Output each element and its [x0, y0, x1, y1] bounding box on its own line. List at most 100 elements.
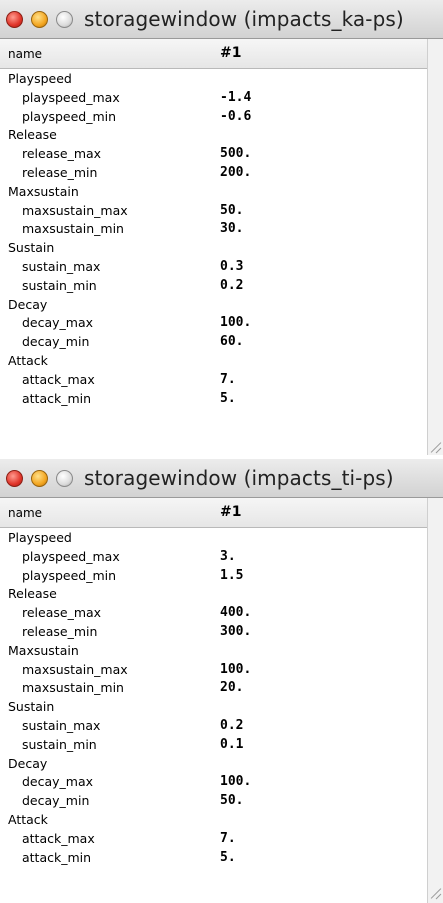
row-value[interactable]: 0.2	[220, 717, 243, 736]
row-value[interactable]: 3.	[220, 548, 236, 567]
param-row[interactable]: attack_max 7.	[0, 830, 428, 849]
param-row[interactable]: decay_min 50.	[0, 792, 428, 811]
slot-column-header[interactable]: #1	[220, 45, 241, 61]
row-label: release_min	[22, 623, 98, 639]
row-value[interactable]: 200.	[220, 164, 251, 183]
param-row[interactable]: playspeed_min 1.5	[0, 567, 428, 586]
group-row[interactable]: Maxsustain	[0, 642, 428, 661]
param-row[interactable]: playspeed_max -1.4	[0, 89, 428, 108]
param-row[interactable]: release_max 400.	[0, 604, 428, 623]
window-title: storagewindow (impacts_ti-ps)	[84, 466, 394, 490]
row-label: Decay	[8, 296, 48, 312]
row-label: playspeed_max	[22, 548, 120, 564]
row-label: Decay	[8, 755, 48, 771]
row-label: maxsustain_min	[22, 680, 124, 696]
zoom-icon[interactable]	[56, 11, 73, 28]
row-label: release_min	[22, 164, 98, 180]
row-label: Maxsustain	[8, 183, 79, 199]
group-row[interactable]: Sustain	[0, 239, 428, 258]
row-value[interactable]: 500.	[220, 145, 251, 164]
zoom-icon[interactable]	[56, 470, 73, 487]
param-row[interactable]: decay_max 100.	[0, 314, 428, 333]
group-row[interactable]: Sustain	[0, 698, 428, 717]
group-row[interactable]: Playspeed	[0, 70, 428, 89]
row-label: sustain_max	[22, 258, 101, 274]
param-row[interactable]: maxsustain_min 20.	[0, 679, 428, 698]
window-titlebar[interactable]: storagewindow (impacts_ka-ps)	[0, 0, 443, 39]
row-label: Sustain	[8, 240, 55, 256]
window-controls	[6, 470, 73, 487]
param-row[interactable]: decay_max 100.	[0, 773, 428, 792]
row-value[interactable]: 400.	[220, 604, 251, 623]
row-value[interactable]: 7.	[220, 830, 236, 849]
row-value[interactable]: 100.	[220, 661, 251, 680]
vertical-scrollbar[interactable]	[427, 39, 443, 455]
param-row[interactable]: sustain_max 0.2	[0, 717, 428, 736]
row-label: decay_min	[22, 334, 90, 350]
param-row[interactable]: release_max 500.	[0, 145, 428, 164]
row-value[interactable]: -1.4	[220, 89, 251, 108]
group-row[interactable]: Release	[0, 126, 428, 145]
row-value[interactable]: 7.	[220, 371, 236, 390]
param-row[interactable]: attack_min 5.	[0, 390, 428, 409]
row-label: Release	[8, 127, 57, 143]
row-value[interactable]: 5.	[220, 390, 236, 409]
param-row[interactable]: sustain_min 0.2	[0, 277, 428, 296]
row-label: attack_max	[22, 830, 95, 846]
row-value[interactable]: 50.	[220, 792, 243, 811]
row-label: decay_max	[22, 315, 94, 331]
storage-rows: Playspeed playspeed_max -1.4 playspeed_min -…	[0, 70, 428, 408]
storage-rows: Playspeed playspeed_max 3. playspeed_min 1.5…	[0, 529, 428, 867]
slot-column-header[interactable]: #1	[220, 504, 241, 520]
param-row[interactable]: attack_min 5.	[0, 849, 428, 868]
resize-grip-icon[interactable]	[429, 441, 441, 453]
group-row[interactable]: Attack	[0, 811, 428, 830]
param-row[interactable]: decay_min 60.	[0, 333, 428, 352]
group-row[interactable]: Release	[0, 585, 428, 604]
row-label: release_max	[22, 605, 102, 621]
row-label: Attack	[8, 352, 48, 368]
param-row[interactable]: sustain_min 0.1	[0, 736, 428, 755]
minimize-icon[interactable]	[31, 11, 48, 28]
resize-grip-icon[interactable]	[429, 887, 441, 899]
group-row[interactable]: Attack	[0, 352, 428, 371]
row-value[interactable]: 0.1	[220, 736, 243, 755]
param-row[interactable]: maxsustain_min 30.	[0, 220, 428, 239]
row-value[interactable]: 100.	[220, 314, 251, 333]
window-titlebar[interactable]: storagewindow (impacts_ti-ps)	[0, 459, 443, 498]
row-value[interactable]: 1.5	[220, 567, 243, 586]
param-row[interactable]: maxsustain_max 100.	[0, 661, 428, 680]
close-icon[interactable]	[6, 11, 23, 28]
row-value[interactable]: 30.	[220, 220, 243, 239]
row-value[interactable]: 0.3	[220, 258, 243, 277]
group-row[interactable]: Playspeed	[0, 529, 428, 548]
row-label: maxsustain_max	[22, 202, 128, 218]
param-row[interactable]: release_min 300.	[0, 623, 428, 642]
param-row[interactable]: sustain_max 0.3	[0, 258, 428, 277]
row-label: Maxsustain	[8, 642, 79, 658]
param-row[interactable]: maxsustain_max 50.	[0, 202, 428, 221]
group-row[interactable]: Decay	[0, 755, 428, 774]
name-column-header[interactable]: name	[8, 506, 42, 520]
row-value[interactable]: 5.	[220, 849, 236, 868]
row-label: decay_max	[22, 774, 94, 790]
group-row[interactable]: Maxsustain	[0, 183, 428, 202]
row-value[interactable]: 300.	[220, 623, 251, 642]
vertical-scrollbar[interactable]	[427, 498, 443, 903]
row-value[interactable]: 100.	[220, 773, 251, 792]
row-label: maxsustain_min	[22, 221, 124, 237]
row-value[interactable]: 60.	[220, 333, 243, 352]
minimize-icon[interactable]	[31, 470, 48, 487]
param-row[interactable]: release_min 200.	[0, 164, 428, 183]
group-row[interactable]: Decay	[0, 296, 428, 315]
name-column-header[interactable]: name	[8, 47, 42, 61]
param-row[interactable]: playspeed_max 3.	[0, 548, 428, 567]
row-label: Release	[8, 586, 57, 602]
row-value[interactable]: 0.2	[220, 277, 243, 296]
row-value[interactable]: 20.	[220, 679, 243, 698]
param-row[interactable]: playspeed_min -0.6	[0, 108, 428, 127]
row-value[interactable]: -0.6	[220, 108, 251, 127]
param-row[interactable]: attack_max 7.	[0, 371, 428, 390]
row-value[interactable]: 50.	[220, 202, 243, 221]
close-icon[interactable]	[6, 470, 23, 487]
